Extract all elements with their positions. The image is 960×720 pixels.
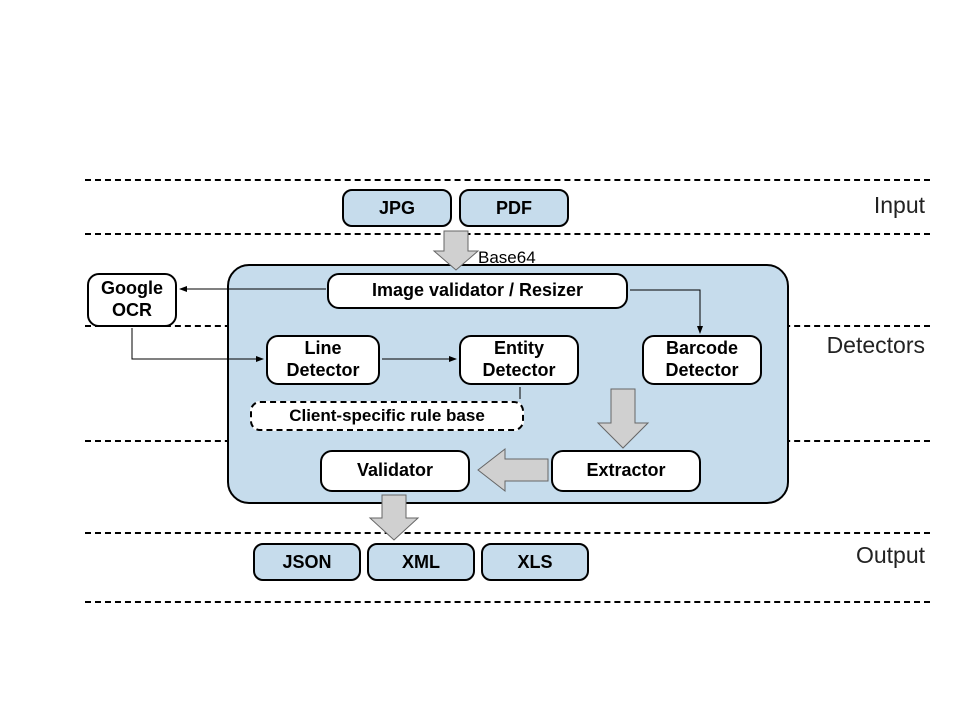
pipeline-extractor: Extractor bbox=[551, 450, 701, 492]
pipeline-image-validator: Image validator / Resizer bbox=[327, 273, 628, 309]
divider bbox=[85, 601, 930, 603]
output-box-json: JSON bbox=[253, 543, 361, 581]
output-box-xml: XML bbox=[367, 543, 475, 581]
section-label-detectors: Detectors bbox=[827, 332, 925, 359]
section-label-input: Input bbox=[874, 192, 925, 219]
divider bbox=[85, 179, 930, 181]
pipeline-barcode-detector: Barcode Detector bbox=[642, 335, 762, 385]
pipeline-line-detector: Line Detector bbox=[266, 335, 380, 385]
divider bbox=[85, 233, 930, 235]
diagram-canvas: Input Detectors Output JPG PDF Base64 Go… bbox=[0, 0, 960, 720]
input-box-pdf: PDF bbox=[459, 189, 569, 227]
divider bbox=[85, 532, 930, 534]
section-label-output: Output bbox=[856, 542, 925, 569]
pipeline-validator: Validator bbox=[320, 450, 470, 492]
pipeline-rule-base: Client-specific rule base bbox=[250, 401, 524, 431]
external-google-ocr: Google OCR bbox=[87, 273, 177, 327]
input-box-jpg: JPG bbox=[342, 189, 452, 227]
pipeline-entity-detector: Entity Detector bbox=[459, 335, 579, 385]
output-box-xls: XLS bbox=[481, 543, 589, 581]
